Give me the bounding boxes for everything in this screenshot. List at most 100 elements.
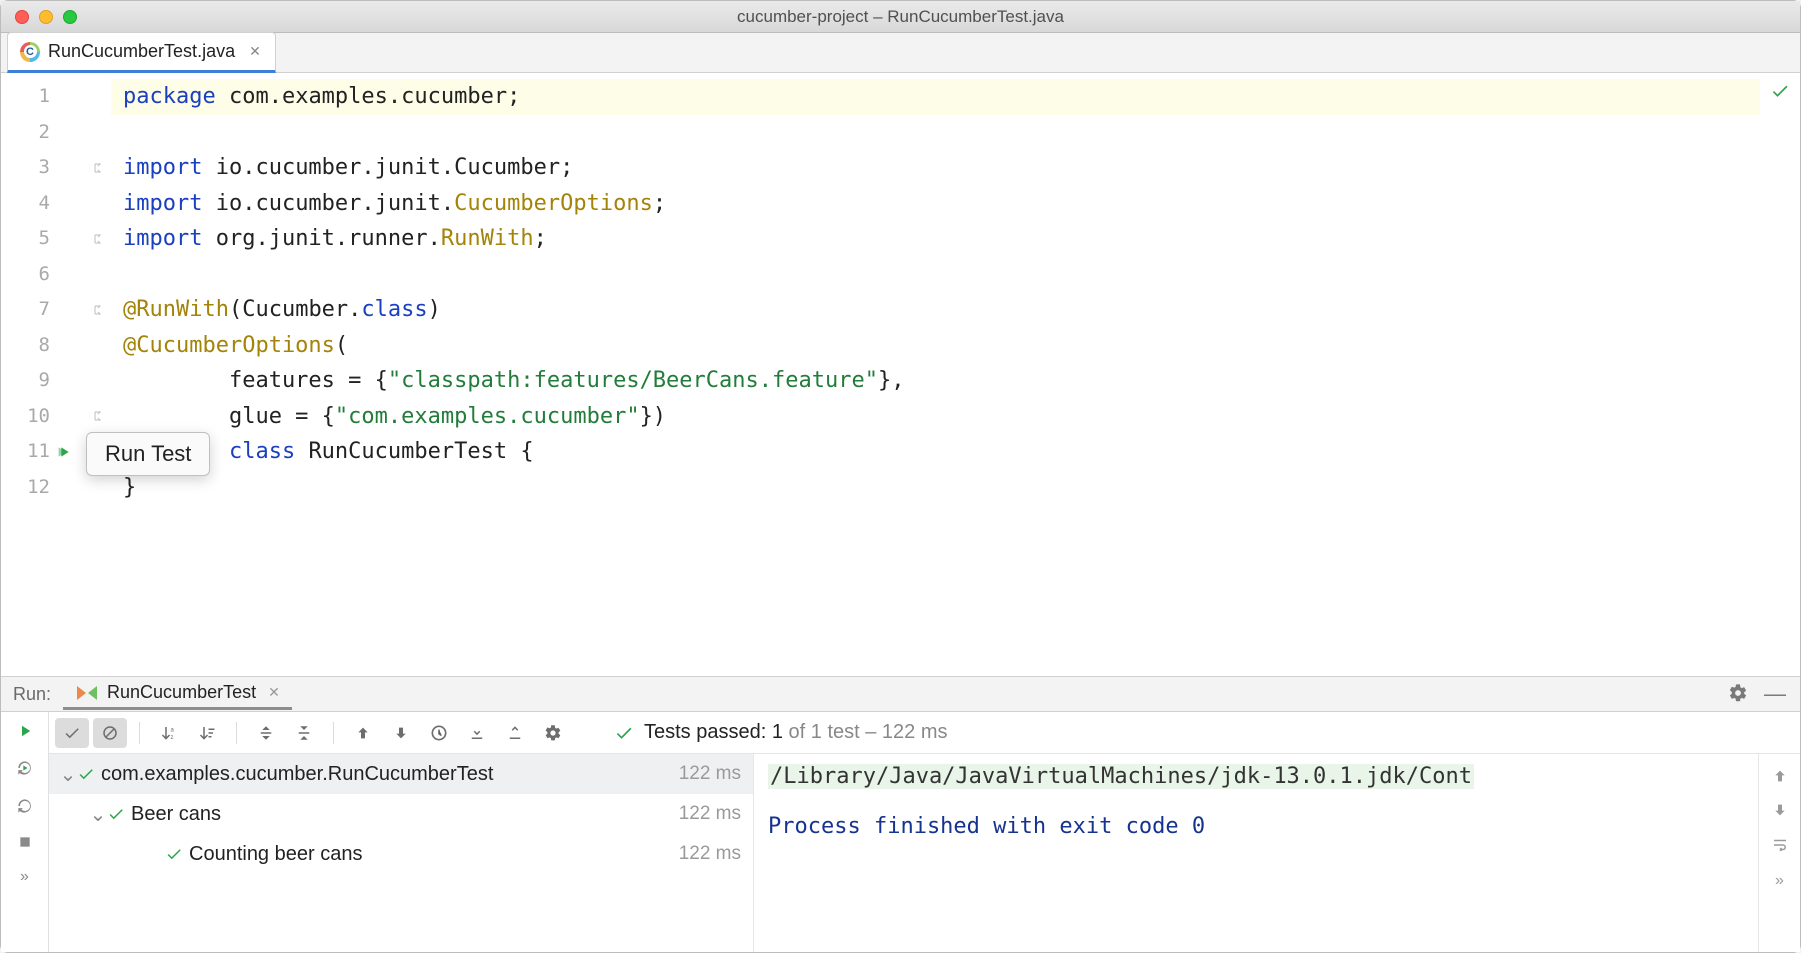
- code-line[interactable]: }: [111, 470, 1760, 506]
- gutter-line[interactable]: 8: [1, 328, 110, 364]
- run-header-label: Run:: [1, 684, 63, 705]
- fold-indicator-icon[interactable]: [92, 162, 104, 174]
- test-tree[interactable]: ⌄com.examples.cucumber.RunCucumberTest12…: [49, 754, 754, 952]
- console-line-1: /Library/Java/JavaVirtualMachines/jdk-13…: [768, 764, 1474, 789]
- code-line[interactable]: features = {"classpath:features/BeerCans…: [111, 363, 1760, 399]
- console-right-toolbar: »: [1758, 754, 1800, 952]
- run-window: » az Tests passed: 1 of 1 test – 122 ms: [1, 712, 1800, 952]
- rerun-button[interactable]: [16, 722, 34, 740]
- test-tree-row[interactable]: Counting beer cans122 ms: [49, 834, 753, 874]
- import-icon: [468, 724, 486, 742]
- editor-tab-label: RunCucumberTest.java: [48, 41, 235, 62]
- window-title: cucumber-project – RunCucumberTest.java: [1, 7, 1800, 27]
- test-duration: 122 ms: [679, 843, 741, 865]
- test-duration: 122 ms: [679, 763, 741, 785]
- gutter-line[interactable]: 9: [1, 363, 110, 399]
- show-passed-toggle[interactable]: [55, 718, 89, 748]
- gear-icon: [1728, 683, 1748, 703]
- tests-total-text: of 1 test – 122 ms: [783, 721, 948, 743]
- clock-icon: [429, 723, 449, 743]
- sort-alpha-icon: az: [160, 724, 178, 742]
- check-icon: [63, 724, 81, 742]
- stop-icon: [17, 834, 33, 850]
- fold-indicator-icon[interactable]: [92, 233, 104, 245]
- soft-wrap-button[interactable]: [1771, 836, 1789, 854]
- inspection-ok-icon: [1770, 81, 1790, 101]
- arrow-down-icon: [393, 725, 409, 741]
- fold-indicator-icon[interactable]: [92, 304, 104, 316]
- code-line[interactable]: @CucumberOptions(: [111, 328, 1760, 364]
- show-ignored-toggle[interactable]: [93, 718, 127, 748]
- run-left-toolbar: »: [1, 712, 49, 952]
- code-line[interactable]: class RunCucumberTest {: [111, 434, 1760, 470]
- run-toolbar: az Tests passed: 1 of 1 test – 122 ms: [49, 712, 1800, 754]
- soft-wrap-icon: [1771, 836, 1789, 854]
- rerun-failed-button[interactable]: [15, 796, 35, 816]
- code-line[interactable]: @RunWith(Cucumber.class): [111, 292, 1760, 328]
- code-line[interactable]: import io.cucumber.junit.Cucumber;: [111, 150, 1760, 186]
- gutter-line[interactable]: 4: [1, 186, 110, 222]
- gutter[interactable]: 123456789101112: [1, 73, 111, 676]
- export-tests-button[interactable]: [498, 718, 532, 748]
- next-failed-button[interactable]: [384, 718, 418, 748]
- stop-button[interactable]: [17, 834, 33, 850]
- tests-passed-count: Tests passed: 1: [644, 721, 783, 743]
- run-config-tab[interactable]: RunCucumberTest ✕: [63, 678, 292, 710]
- gutter-line[interactable]: 7: [1, 292, 110, 328]
- fold-indicator-icon[interactable]: [92, 410, 104, 422]
- run-gutter-icon[interactable]: [56, 444, 72, 460]
- arrow-down-icon: [1772, 802, 1788, 818]
- console-output[interactable]: /Library/Java/JavaVirtualMachines/jdk-13…: [754, 754, 1758, 952]
- sort-duration-button[interactable]: [190, 718, 224, 748]
- test-name: Beer cans: [131, 803, 679, 826]
- gutter-line[interactable]: 5: [1, 221, 110, 257]
- sort-alpha-button[interactable]: az: [152, 718, 186, 748]
- run-window-header: Run: RunCucumberTest ✕ —: [1, 676, 1800, 712]
- code-area[interactable]: package com.examples.cucumber; import io.…: [111, 73, 1760, 676]
- test-tree-row[interactable]: ⌄Beer cans122 ms: [49, 794, 753, 834]
- code-line[interactable]: [111, 115, 1760, 151]
- editor[interactable]: 123456789101112 package com.examples.cuc…: [1, 73, 1800, 676]
- console-line-3: Process finished with exit code 0: [768, 814, 1205, 839]
- editor-tab[interactable]: RunCucumberTest.java ✕: [7, 32, 276, 73]
- test-passed-icon: [107, 805, 125, 823]
- cucumber-file-icon: [20, 42, 40, 62]
- code-line[interactable]: glue = {"com.examples.cucumber"}): [111, 399, 1760, 435]
- editor-tabstrip: RunCucumberTest.java ✕: [1, 33, 1800, 73]
- test-name: com.examples.cucumber.RunCucumberTest: [101, 763, 679, 786]
- export-icon: [506, 724, 524, 742]
- chevron-down-icon[interactable]: ⌄: [89, 802, 107, 827]
- prev-failed-button[interactable]: [346, 718, 380, 748]
- more-left-rail[interactable]: »: [20, 868, 29, 886]
- scroll-up-button[interactable]: [1772, 768, 1788, 784]
- scroll-down-button[interactable]: [1772, 802, 1788, 818]
- gutter-line[interactable]: 1: [1, 79, 110, 115]
- collapse-all-button[interactable]: [287, 718, 321, 748]
- code-line[interactable]: [111, 257, 1760, 293]
- gutter-line[interactable]: 3: [1, 150, 110, 186]
- run-settings-button[interactable]: [536, 718, 570, 748]
- play-icon: [16, 722, 34, 740]
- code-line[interactable]: import io.cucumber.junit.CucumberOptions…: [111, 186, 1760, 222]
- close-tab-icon[interactable]: ✕: [249, 43, 261, 60]
- close-run-tab-icon[interactable]: ✕: [268, 684, 280, 701]
- test-tree-row[interactable]: ⌄ com.examples.cucumber.RunCucumberTest12…: [49, 754, 753, 794]
- svg-text:a: a: [171, 727, 175, 733]
- more-right-rail[interactable]: »: [1775, 872, 1784, 890]
- code-line[interactable]: package com.examples.cucumber;: [111, 79, 1760, 115]
- hide-run-window-button[interactable]: —: [1764, 683, 1786, 705]
- toggle-auto-test-button[interactable]: [15, 758, 35, 778]
- gutter-line[interactable]: 6: [1, 257, 110, 293]
- test-history-button[interactable]: [422, 718, 456, 748]
- import-tests-button[interactable]: [460, 718, 494, 748]
- test-passed-icon: [77, 765, 95, 783]
- settings-button[interactable]: [1728, 683, 1748, 705]
- gear-icon: [544, 724, 562, 742]
- svg-text:z: z: [171, 735, 174, 741]
- gutter-line[interactable]: 10: [1, 399, 110, 435]
- gutter-line[interactable]: 2: [1, 115, 110, 151]
- rerun-failed-icon: [15, 796, 35, 816]
- chevron-down-icon[interactable]: ⌄: [59, 762, 77, 787]
- code-line[interactable]: import org.junit.runner.RunWith;: [111, 221, 1760, 257]
- expand-all-button[interactable]: [249, 718, 283, 748]
